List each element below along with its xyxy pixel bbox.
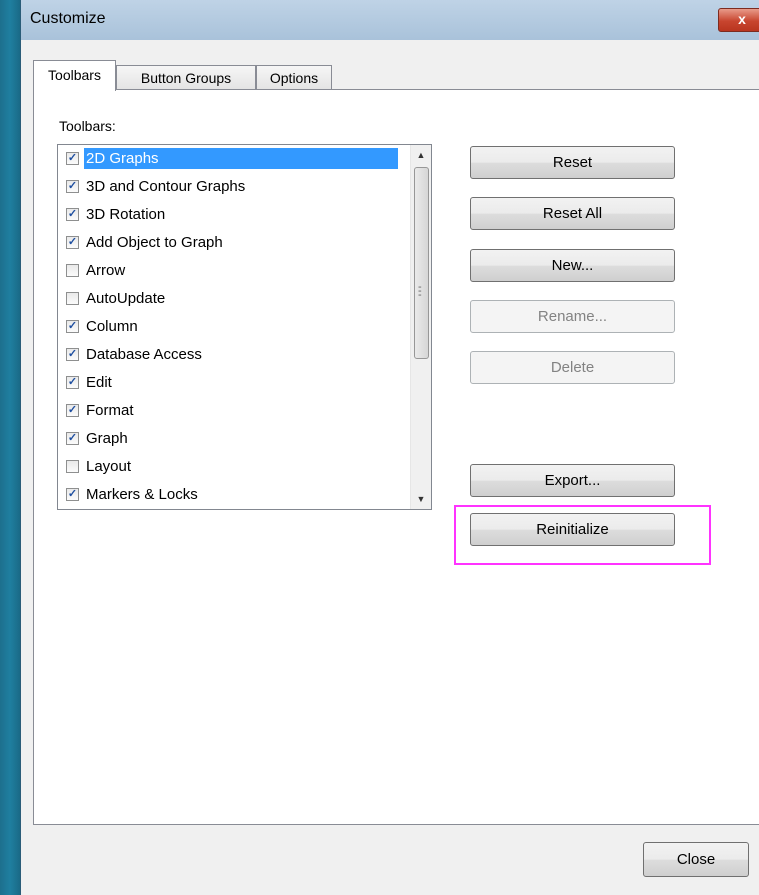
reset-all-button[interactable]: Reset All <box>470 197 675 230</box>
checkbox-checked[interactable]: ✓ <box>66 488 79 501</box>
checkbox-checked[interactable]: ✓ <box>66 236 79 249</box>
grip-icon: --- <box>418 281 422 301</box>
list-item[interactable]: ✓ Edit <box>60 369 400 397</box>
list-item[interactable]: ✓ 3D and Contour Graphs <box>60 173 400 201</box>
checkbox-checked[interactable]: ✓ <box>66 348 79 361</box>
checkmark-icon: ✓ <box>67 488 78 500</box>
list-item-label: 3D Rotation <box>86 206 166 223</box>
checkmark-icon: ✓ <box>67 404 78 416</box>
scroll-up-icon[interactable]: ▲ <box>411 145 431 165</box>
list-item-label: Arrow <box>86 262 126 279</box>
checkbox-checked[interactable]: ✓ <box>66 208 79 221</box>
toolbars-label: Toolbars: <box>59 118 116 134</box>
checkmark-icon: ✓ <box>67 432 78 444</box>
new-button[interactable]: New... <box>470 249 675 282</box>
highlight-box <box>454 505 711 565</box>
checkbox-unchecked[interactable] <box>66 292 79 305</box>
toolbars-listbox[interactable]: ✓ 2D Graphs ✓ 3D and Contour Graphs ✓ 3D Rota… <box>57 144 432 510</box>
customize-dialog: Customize x Toolbars Button Groups Optio… <box>20 0 759 895</box>
list-item-label: Add Object to Graph <box>86 234 223 251</box>
rename-button[interactable]: Rename... <box>470 300 675 333</box>
list-item-label: 2D Graphs <box>84 148 398 169</box>
scroll-down-icon[interactable]: ▼ <box>411 489 431 509</box>
list-item[interactable]: ✓ Column <box>60 313 400 341</box>
list-item[interactable]: ✓ 3D Rotation <box>60 201 400 229</box>
list-item[interactable]: Arrow <box>60 257 400 285</box>
list-item[interactable]: ✓ Add Object to Graph <box>60 229 400 257</box>
toolbars-tab-panel: Toolbars: ✓ 2D Graphs ✓ 3D and Contour Grap… <box>33 89 759 825</box>
checkmark-icon: ✓ <box>67 180 78 192</box>
list-item-label: AutoUpdate <box>86 290 166 307</box>
list-item-label: Edit <box>86 374 112 391</box>
checkmark-icon: ✓ <box>67 376 78 388</box>
list-item-label: Database Access <box>86 346 202 363</box>
export-button[interactable]: Export... <box>470 464 675 497</box>
list-item-label: Column <box>86 318 138 335</box>
close-window-button[interactable]: x <box>718 8 759 32</box>
list-item[interactable]: ✓ Graph <box>60 425 400 453</box>
window-title: Customize <box>30 10 106 27</box>
tab-options[interactable]: Options <box>256 65 332 89</box>
scroll-thumb[interactable]: --- <box>414 167 429 359</box>
list-item[interactable]: ✓ Database Access <box>60 341 400 369</box>
list-item[interactable]: Layout <box>60 453 400 481</box>
checkbox-checked[interactable]: ✓ <box>66 376 79 389</box>
list-item[interactable]: ✓ Markers & Locks <box>60 481 400 509</box>
reset-button[interactable]: Reset <box>470 146 675 179</box>
checkmark-icon: ✓ <box>67 152 78 164</box>
checkbox-checked[interactable]: ✓ <box>66 180 79 193</box>
list-item[interactable]: ✓ Format <box>60 397 400 425</box>
checkmark-icon: ✓ <box>67 236 78 248</box>
list-item[interactable]: AutoUpdate <box>60 285 400 313</box>
list-item-label: Layout <box>86 458 132 475</box>
list-item[interactable]: ✓ 2D Graphs <box>60 145 400 173</box>
tab-button-groups[interactable]: Button Groups <box>116 65 256 89</box>
checkbox-checked[interactable]: ✓ <box>66 152 79 165</box>
delete-button[interactable]: Delete <box>470 351 675 384</box>
checkbox-unchecked[interactable] <box>66 264 79 277</box>
checkmark-icon: ✓ <box>67 320 78 332</box>
checkbox-checked[interactable]: ✓ <box>66 404 79 417</box>
checkbox-checked[interactable]: ✓ <box>66 320 79 333</box>
checkbox-unchecked[interactable] <box>66 460 79 473</box>
desktop-frame <box>0 0 20 895</box>
tab-toolbars[interactable]: Toolbars <box>33 60 116 91</box>
checkmark-icon: ✓ <box>67 208 78 220</box>
list-item-label: Graph <box>86 430 128 447</box>
checkbox-checked[interactable]: ✓ <box>66 432 79 445</box>
list-item-label: Markers & Locks <box>86 486 198 503</box>
list-scrollbar[interactable]: ▲ --- ▼ <box>410 145 431 509</box>
list-item-label: 3D and Contour Graphs <box>86 178 246 195</box>
close-button[interactable]: Close <box>643 842 749 877</box>
checkmark-icon: ✓ <box>67 348 78 360</box>
list-item-label: Format <box>86 402 134 419</box>
close-icon: x <box>738 11 746 27</box>
title-bar: Customize x <box>21 0 759 40</box>
